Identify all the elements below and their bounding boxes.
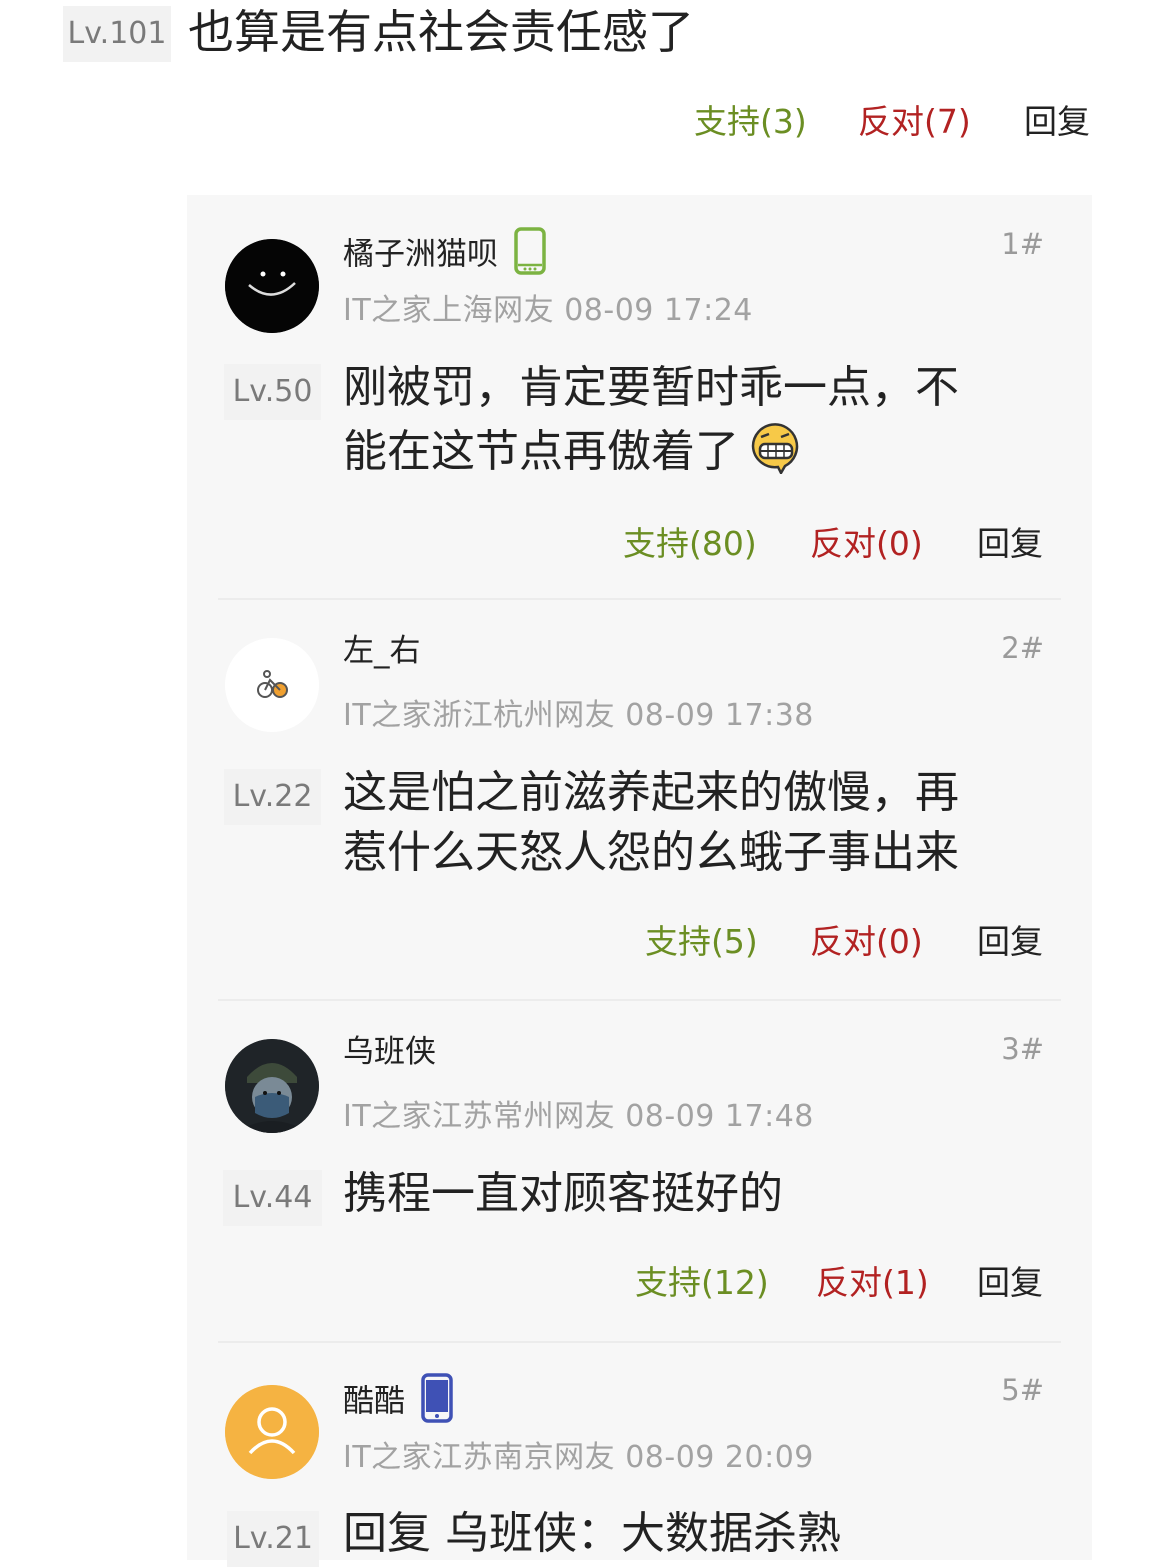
- comment-actions: 支持(80) 反对(0) 回复: [187, 522, 1092, 566]
- comment-meta: IT之家江苏常州网友 08-09 17:48: [343, 1099, 814, 1134]
- username[interactable]: 乌班侠: [343, 1032, 436, 1072]
- avatar[interactable]: [225, 1039, 319, 1133]
- parent-comment-text: 也算是有点社会责任感了: [188, 5, 694, 59]
- floor-number: 2#: [1001, 631, 1044, 665]
- comment-text-line: 惹什么天怒人怨的幺蛾子事出来: [343, 827, 959, 878]
- comment-text: 刚被罚，肯定要暂时乖一点，不 能在这节点再傲着了: [343, 358, 1043, 490]
- comment-text: 携程一直对顾客挺好的: [343, 1164, 1043, 1224]
- comment-meta: IT之家江苏南京网友 08-09 20:09: [343, 1440, 814, 1475]
- oppose-button[interactable]: 反对(0): [810, 920, 923, 964]
- username-label: 酷酷: [343, 1383, 405, 1420]
- comment-meta: IT之家上海网友 08-09 17:24: [343, 293, 753, 328]
- reply-button[interactable]: 回复: [977, 522, 1043, 566]
- comment-actions: 支持(12) 反对(1) 回复: [187, 1261, 1092, 1305]
- floor-number: 3#: [1001, 1032, 1044, 1066]
- avatar[interactable]: [225, 638, 319, 732]
- comment-actions: 支持(5) 反对(0) 回复: [187, 920, 1092, 964]
- reply-item-5: 酷酷 5# IT之家江苏南京网友 08-09 20:09 Lv.21 回复 乌班…: [187, 1343, 1092, 1567]
- parent-support-button[interactable]: 支持(3): [694, 100, 807, 144]
- avatar[interactable]: [225, 239, 319, 333]
- reply-item-1: 橘子洲猫呗 1# IT之家上海网友 08-09 17:24 Lv.50 刚被罚，…: [187, 195, 1092, 600]
- support-button[interactable]: 支持(12): [635, 1261, 769, 1305]
- username[interactable]: 橘子洲猫呗: [343, 227, 546, 285]
- comment-text-line: 回复 乌班侠：大数据杀熟: [343, 1508, 841, 1559]
- username[interactable]: 左_右: [343, 631, 421, 671]
- support-button[interactable]: 支持(5): [645, 920, 758, 964]
- reply-item-2: 左_右 2# IT之家浙江杭州网友 08-09 17:38 Lv.22 这是怕之…: [187, 600, 1092, 1001]
- comment-text-line: 携程一直对顾客挺好的: [343, 1168, 783, 1219]
- comment-text-line: 这是怕之前滋养起来的傲慢，再: [343, 767, 959, 818]
- oppose-button[interactable]: 反对(1): [816, 1261, 929, 1305]
- comment-text: 这是怕之前滋养起来的傲慢，再 惹什么天怒人怨的幺蛾子事出来: [343, 763, 1043, 883]
- android-phone-icon: [514, 227, 546, 285]
- parent-oppose-button[interactable]: 反对(7): [858, 100, 971, 144]
- level-badge: Lv.21: [227, 1511, 319, 1567]
- comment-meta: IT之家浙江杭州网友 08-09 17:38: [343, 698, 814, 733]
- parent-level-badge: Lv.101: [63, 6, 171, 62]
- comment-text: 回复 乌班侠：大数据杀熟: [343, 1504, 1043, 1564]
- comment-text-line: 能在这节点再傲着了: [343, 418, 1043, 490]
- floor-number: 1#: [1001, 227, 1044, 261]
- username[interactable]: 酷酷: [343, 1373, 453, 1433]
- reply-button[interactable]: 回复: [977, 1261, 1043, 1305]
- support-button[interactable]: 支持(80): [623, 522, 757, 566]
- floor-number: 5#: [1001, 1373, 1044, 1407]
- parent-reply-button[interactable]: 回复: [1024, 100, 1090, 144]
- comment-text-fragment: 能在这节点再傲着了: [343, 426, 739, 477]
- username-label: 橘子洲猫呗: [343, 236, 498, 273]
- grin-emoji-icon: [745, 418, 805, 490]
- level-badge: Lv.44: [223, 1170, 322, 1226]
- replies-panel: 橘子洲猫呗 1# IT之家上海网友 08-09 17:24 Lv.50 刚被罚，…: [187, 195, 1092, 1567]
- iphone-icon: [421, 1373, 453, 1433]
- reply-item-3: 乌班侠 3# IT之家江苏常州网友 08-09 17:48 Lv.44 携程一直…: [187, 1001, 1092, 1343]
- level-badge: Lv.22: [224, 769, 321, 825]
- parent-actions: 支持(3) 反对(7) 回复: [0, 100, 1170, 144]
- comment-text-line: 刚被罚，肯定要暂时乖一点，不: [343, 362, 959, 413]
- level-badge: Lv.50: [224, 364, 321, 420]
- default-avatar-icon[interactable]: [225, 1385, 319, 1479]
- oppose-button[interactable]: 反对(0): [810, 522, 923, 566]
- reply-button[interactable]: 回复: [977, 920, 1043, 964]
